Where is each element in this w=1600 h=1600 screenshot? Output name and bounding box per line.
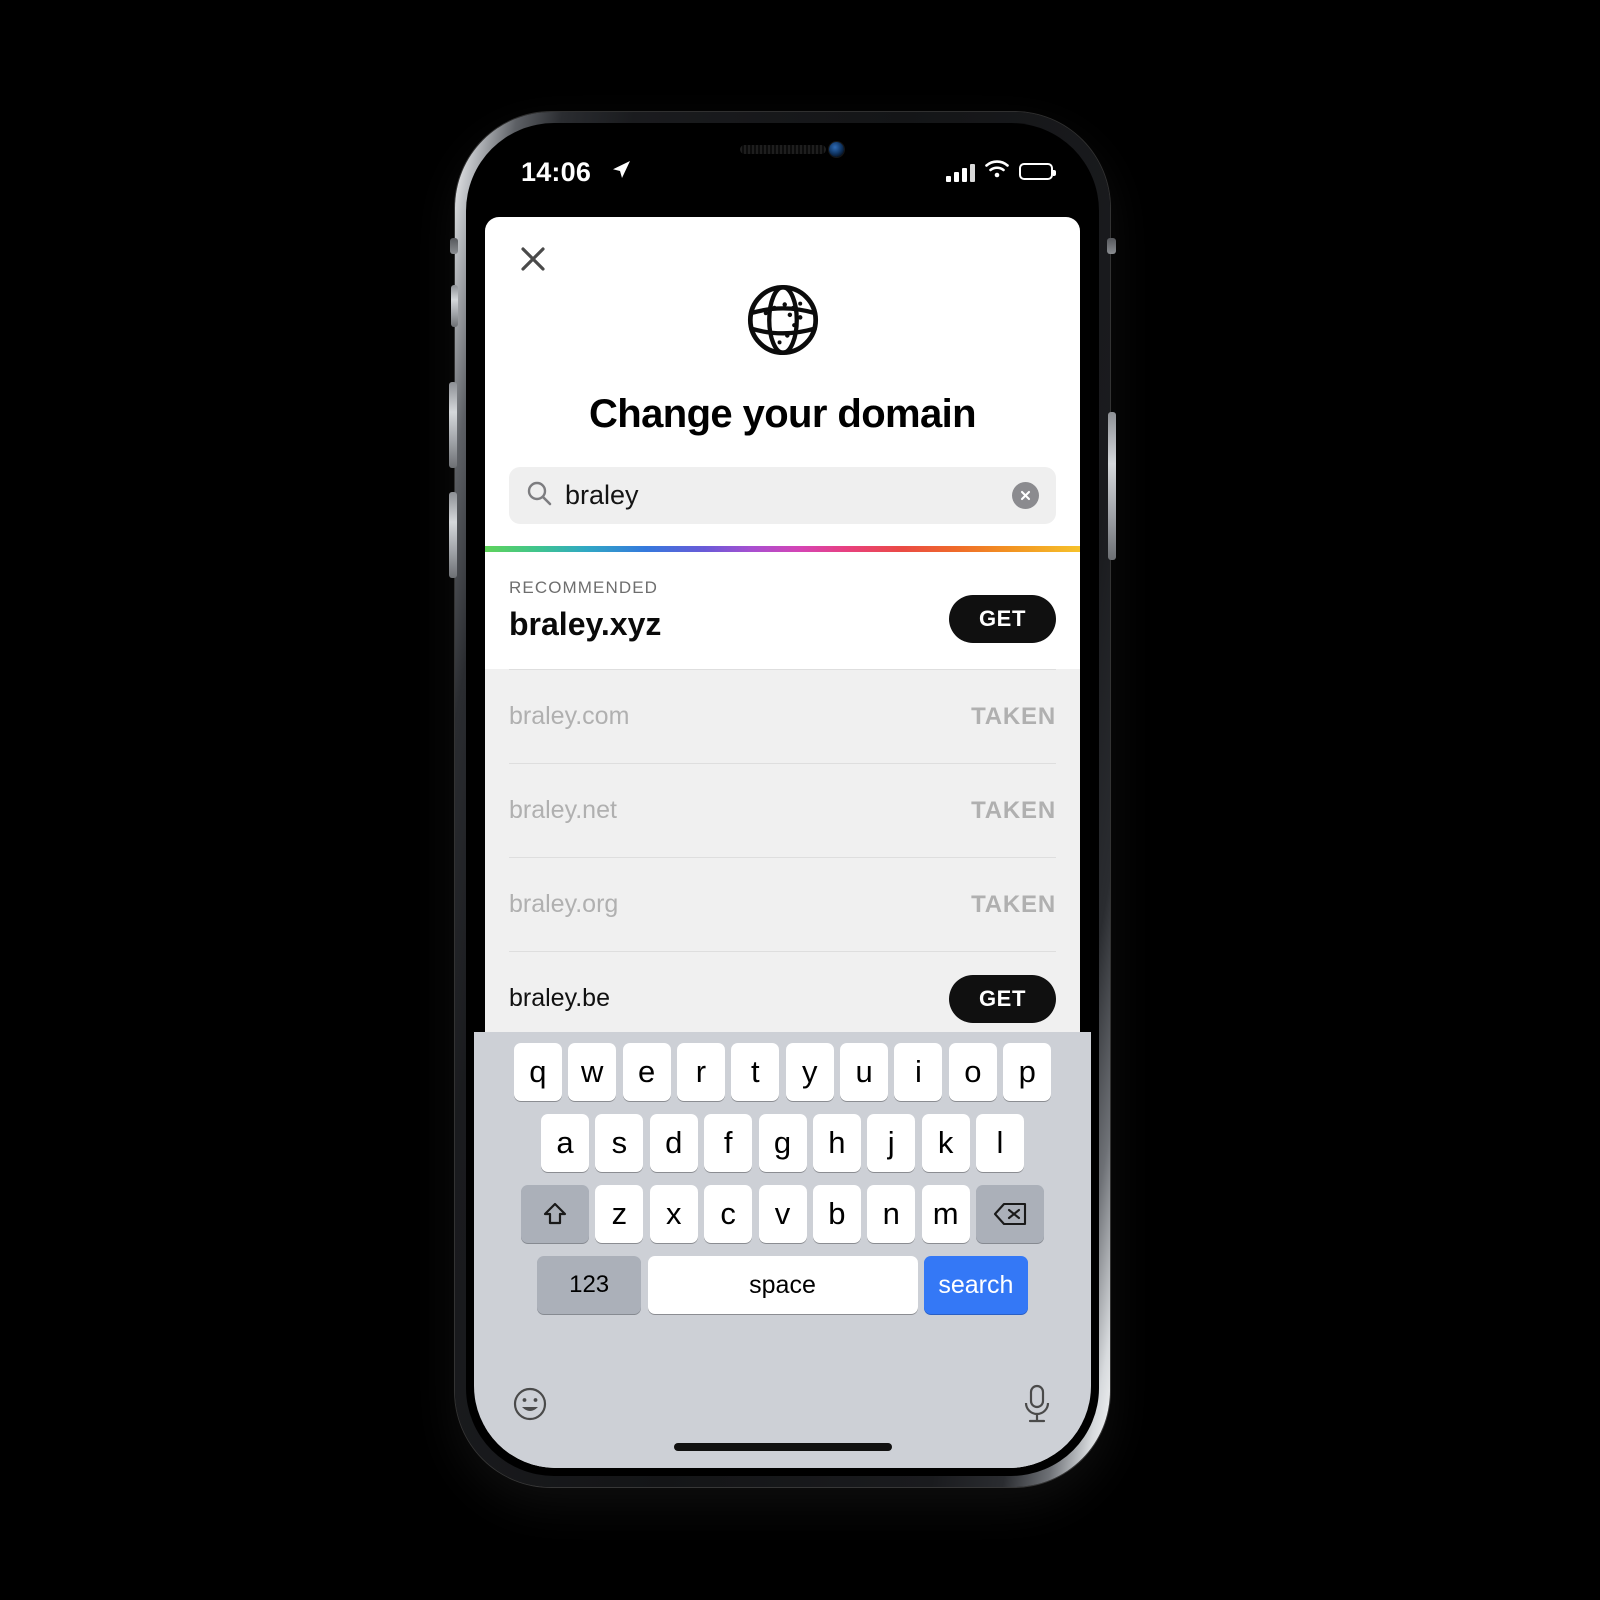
domain-name: braley.org xyxy=(509,890,619,918)
key-j[interactable]: j xyxy=(867,1114,916,1172)
wifi-icon xyxy=(984,159,1010,184)
recommended-label: RECOMMENDED xyxy=(509,578,659,597)
page-title: Change your domain xyxy=(588,392,977,436)
table-row[interactable]: braley.org TAKEN xyxy=(509,857,1056,951)
home-indicator[interactable] xyxy=(673,1443,892,1451)
key-t[interactable]: t xyxy=(731,1043,780,1101)
close-icon[interactable] xyxy=(513,239,553,279)
recommended-row[interactable]: RECOMMENDED braley.xyz GET xyxy=(485,552,1080,669)
search-icon xyxy=(525,479,553,512)
sheet-hero: Change your domain xyxy=(485,217,1080,437)
key-s[interactable]: s xyxy=(595,1114,644,1172)
key-m[interactable]: m xyxy=(921,1185,970,1243)
keyboard-row-1: qwertyuiop xyxy=(474,1043,1091,1101)
key-w[interactable]: w xyxy=(568,1043,617,1101)
key-a[interactable]: a xyxy=(541,1114,589,1172)
keyboard-row-4: 123 space search xyxy=(474,1256,1091,1314)
numbers-key[interactable]: 123 xyxy=(537,1256,642,1314)
frame-antenna-nub-left xyxy=(450,238,458,254)
space-key[interactable]: space xyxy=(647,1256,918,1314)
domain-results-list: braley.com TAKEN braley.net TAKEN braley.org… xyxy=(485,669,1080,1045)
key-l[interactable]: l xyxy=(976,1114,1024,1172)
keyboard-bottom-bar xyxy=(474,1376,1091,1468)
search-section: braley xyxy=(485,437,1080,546)
volume-down-button[interactable] xyxy=(449,492,457,578)
key-z[interactable]: z xyxy=(595,1185,644,1243)
status-badge: TAKEN xyxy=(971,796,1056,824)
key-n[interactable]: n xyxy=(867,1185,916,1243)
earpiece-speaker xyxy=(739,145,826,154)
status-badge: TAKEN xyxy=(971,890,1056,918)
cellular-signal-icon xyxy=(946,162,975,182)
search-input[interactable]: braley xyxy=(509,467,1056,524)
key-b[interactable]: b xyxy=(812,1185,861,1243)
key-u[interactable]: u xyxy=(840,1043,889,1101)
key-v[interactable]: v xyxy=(758,1185,807,1243)
table-row[interactable]: braley.be GET xyxy=(509,951,1056,1045)
key-g[interactable]: g xyxy=(758,1114,807,1172)
front-camera xyxy=(828,142,844,157)
table-row[interactable]: braley.net TAKEN xyxy=(509,763,1056,857)
table-row[interactable]: braley.com TAKEN xyxy=(509,669,1056,763)
mute-switch[interactable] xyxy=(451,285,458,327)
power-button[interactable] xyxy=(1108,412,1116,560)
search-input-value: braley xyxy=(565,480,639,510)
search-key[interactable]: search xyxy=(923,1256,1028,1314)
key-o[interactable]: o xyxy=(948,1043,997,1101)
status-time: 14:06 xyxy=(521,157,592,187)
key-p[interactable]: p xyxy=(1003,1043,1052,1101)
status-badge: TAKEN xyxy=(971,702,1056,730)
frame-antenna-nub-right xyxy=(1107,238,1116,254)
microphone-icon[interactable] xyxy=(1019,1382,1055,1426)
key-x[interactable]: x xyxy=(649,1185,698,1243)
key-f[interactable]: f xyxy=(704,1114,753,1172)
notch xyxy=(656,131,909,173)
keyboard-row-2: asdfghjkl xyxy=(474,1114,1091,1172)
emoji-icon[interactable] xyxy=(510,1384,550,1424)
key-q[interactable]: q xyxy=(513,1043,562,1101)
key-d[interactable]: d xyxy=(649,1114,698,1172)
get-button[interactable]: GET xyxy=(948,974,1056,1023)
clear-icon[interactable] xyxy=(1012,482,1039,509)
domain-name: braley.com xyxy=(509,702,630,730)
volume-up-button[interactable] xyxy=(449,382,457,468)
key-h[interactable]: h xyxy=(812,1114,861,1172)
phone-screen: Change your domain braley RECOMMENDED br… xyxy=(474,131,1091,1468)
domain-name: braley.be xyxy=(509,984,610,1012)
domain-name: braley.net xyxy=(509,796,617,824)
key-i[interactable]: i xyxy=(894,1043,943,1101)
recommended-domain: braley.xyz xyxy=(509,606,662,642)
backspace-icon[interactable] xyxy=(976,1185,1044,1243)
screenshot-root: Change your domain braley RECOMMENDED br… xyxy=(0,0,1600,1600)
onscreen-keyboard: qwertyuiop asdfghjkl zxcvbnm 123 space s… xyxy=(474,1032,1091,1468)
keyboard-row-3: zxcvbnm xyxy=(474,1185,1091,1243)
key-c[interactable]: c xyxy=(704,1185,753,1243)
location-arrow-icon xyxy=(610,159,632,181)
battery-icon xyxy=(1019,163,1056,180)
shift-icon[interactable] xyxy=(521,1185,589,1243)
recommended-info: RECOMMENDED braley.xyz xyxy=(509,578,661,643)
key-y[interactable]: y xyxy=(785,1043,834,1101)
key-k[interactable]: k xyxy=(921,1114,970,1172)
globe-icon xyxy=(740,277,826,368)
status-indicators xyxy=(946,159,1056,184)
key-r[interactable]: r xyxy=(676,1043,725,1101)
get-button[interactable]: GET xyxy=(948,595,1056,643)
key-e[interactable]: e xyxy=(622,1043,671,1101)
